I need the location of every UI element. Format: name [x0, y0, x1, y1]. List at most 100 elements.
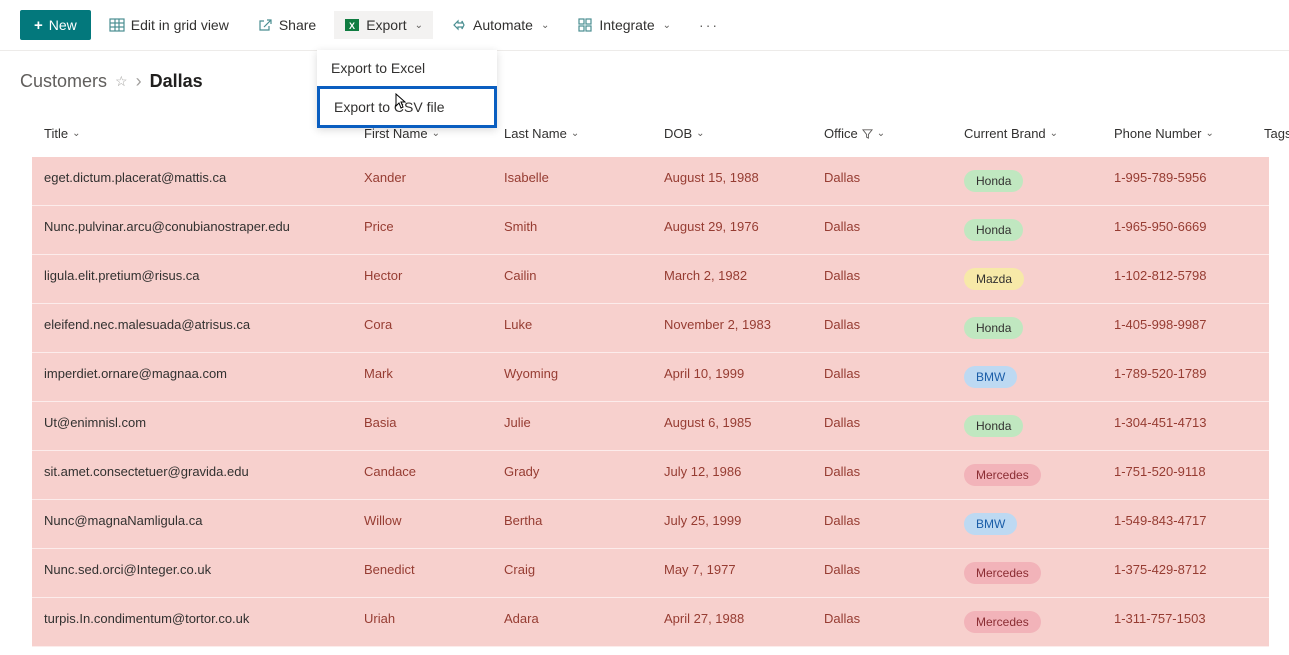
- cell-title[interactable]: Ut@enimnisl.com: [32, 402, 352, 450]
- filter-icon: [862, 128, 873, 139]
- toolbar: + New Edit in grid view Share X Export ⌄…: [0, 0, 1289, 51]
- cell-title[interactable]: Nunc@magnaNamligula.ca: [32, 500, 352, 548]
- cell-phone: 1-549-843-4717: [1102, 500, 1252, 548]
- brand-pill: Mercedes: [964, 464, 1041, 486]
- brand-pill: Honda: [964, 317, 1023, 339]
- cell-title[interactable]: ligula.elit.pretium@risus.ca: [32, 255, 352, 303]
- column-header-phone[interactable]: Phone Number⌄: [1102, 118, 1252, 149]
- cell-last-name: Craig: [492, 549, 652, 597]
- share-icon: [257, 17, 273, 33]
- table-row[interactable]: eleifend.nec.malesuada@atrisus.caCoraLuk…: [32, 304, 1269, 353]
- brand-pill: Honda: [964, 219, 1023, 241]
- table-header-row: Title⌄ First Name⌄ Last Name⌄ DOB⌄ Offic…: [32, 110, 1269, 157]
- edit-in-grid-button[interactable]: Edit in grid view: [99, 11, 239, 39]
- cell-tags: [1252, 549, 1289, 597]
- cell-phone: 1-375-429-8712: [1102, 549, 1252, 597]
- cell-dob: March 2, 1982: [652, 255, 812, 303]
- brand-pill: Mercedes: [964, 611, 1041, 633]
- cell-tags: [1252, 451, 1289, 499]
- cell-title[interactable]: Nunc.pulvinar.arcu@conubianostraper.edu: [32, 206, 352, 254]
- export-to-csv-item[interactable]: Export to CSV file: [317, 86, 497, 128]
- cell-brand: Mazda: [952, 255, 1102, 303]
- cell-title[interactable]: Nunc.sed.orci@Integer.co.uk: [32, 549, 352, 597]
- chevron-down-icon: ⌄: [415, 20, 423, 31]
- cell-dob: April 27, 1988: [652, 598, 812, 646]
- column-header-tags[interactable]: Tags: [1252, 118, 1289, 149]
- cell-phone: 1-965-950-6669: [1102, 206, 1252, 254]
- cell-first-name: Cora: [352, 304, 492, 352]
- cell-tags: [1252, 304, 1289, 352]
- chevron-down-icon: ⌄: [1205, 128, 1213, 139]
- chevron-down-icon: ⌄: [432, 128, 440, 139]
- cell-last-name: Wyoming: [492, 353, 652, 401]
- chevron-down-icon: ⌄: [72, 128, 80, 139]
- export-csv-label: Export to CSV file: [334, 99, 445, 115]
- table-row[interactable]: Nunc.sed.orci@Integer.co.ukBenedictCraig…: [32, 549, 1269, 598]
- share-button[interactable]: Share: [247, 11, 326, 39]
- cell-dob: August 15, 1988: [652, 157, 812, 205]
- cell-office: Dallas: [812, 157, 952, 205]
- breadcrumb-root[interactable]: Customers: [20, 71, 107, 92]
- cell-last-name: Cailin: [492, 255, 652, 303]
- table-row[interactable]: turpis.In.condimentum@tortor.co.ukUriahA…: [32, 598, 1269, 647]
- automate-label: Automate: [473, 17, 533, 33]
- cell-title[interactable]: eleifend.nec.malesuada@atrisus.ca: [32, 304, 352, 352]
- cell-office: Dallas: [812, 451, 952, 499]
- brand-pill: BMW: [964, 366, 1017, 388]
- table-row[interactable]: Nunc.pulvinar.arcu@conubianostraper.eduP…: [32, 206, 1269, 255]
- star-icon[interactable]: ☆: [115, 73, 128, 90]
- brand-pill: Mazda: [964, 268, 1024, 290]
- column-header-office[interactable]: Office ⌄: [812, 118, 952, 149]
- chevron-down-icon: ⌄: [1050, 128, 1058, 139]
- table-row[interactable]: imperdiet.ornare@magnaa.comMarkWyomingAp…: [32, 353, 1269, 402]
- cell-tags: [1252, 353, 1289, 401]
- cell-brand: Honda: [952, 157, 1102, 205]
- cell-title[interactable]: turpis.In.condimentum@tortor.co.uk: [32, 598, 352, 646]
- cell-last-name: Luke: [492, 304, 652, 352]
- cell-first-name: Basia: [352, 402, 492, 450]
- column-header-last-name[interactable]: Last Name⌄: [492, 118, 652, 149]
- cell-tags: [1252, 206, 1289, 254]
- cell-brand: Mercedes: [952, 549, 1102, 597]
- cell-phone: 1-789-520-1789: [1102, 353, 1252, 401]
- grid-icon: [109, 17, 125, 33]
- export-to-excel-item[interactable]: Export to Excel: [317, 50, 497, 86]
- cell-phone: 1-751-520-9118: [1102, 451, 1252, 499]
- share-label: Share: [279, 17, 316, 33]
- table-row[interactable]: Nunc@magnaNamligula.caWillowBerthaJuly 2…: [32, 500, 1269, 549]
- column-header-title[interactable]: Title⌄: [32, 118, 352, 149]
- integrate-button[interactable]: Integrate ⌄: [567, 11, 681, 39]
- cell-office: Dallas: [812, 206, 952, 254]
- edit-grid-label: Edit in grid view: [131, 17, 229, 33]
- cell-tags: [1252, 598, 1289, 646]
- cell-first-name: Benedict: [352, 549, 492, 597]
- new-button[interactable]: + New: [20, 10, 91, 40]
- cell-office: Dallas: [812, 549, 952, 597]
- cell-dob: April 10, 1999: [652, 353, 812, 401]
- cell-title[interactable]: eget.dictum.placerat@mattis.ca: [32, 157, 352, 205]
- cell-title[interactable]: imperdiet.ornare@magnaa.com: [32, 353, 352, 401]
- cell-title[interactable]: sit.amet.consectetuer@gravida.edu: [32, 451, 352, 499]
- cell-phone: 1-995-789-5956: [1102, 157, 1252, 205]
- cell-office: Dallas: [812, 598, 952, 646]
- chevron-down-icon: ⌄: [877, 128, 885, 139]
- table-row[interactable]: eget.dictum.placerat@mattis.caXanderIsab…: [32, 157, 1269, 206]
- column-header-brand[interactable]: Current Brand⌄: [952, 118, 1102, 149]
- table-row[interactable]: ligula.elit.pretium@risus.caHectorCailin…: [32, 255, 1269, 304]
- table-row[interactable]: Ut@enimnisl.comBasiaJulieAugust 6, 1985D…: [32, 402, 1269, 451]
- cell-brand: Mercedes: [952, 451, 1102, 499]
- brand-pill: BMW: [964, 513, 1017, 535]
- export-button[interactable]: X Export ⌄: [334, 11, 433, 39]
- brand-pill: Honda: [964, 170, 1023, 192]
- table-row[interactable]: sit.amet.consectetuer@gravida.eduCandace…: [32, 451, 1269, 500]
- column-header-dob[interactable]: DOB⌄: [652, 118, 812, 149]
- new-button-label: New: [49, 17, 77, 33]
- brand-pill: Honda: [964, 415, 1023, 437]
- automate-button[interactable]: Automate ⌄: [441, 11, 559, 39]
- cell-tags: [1252, 255, 1289, 303]
- cell-office: Dallas: [812, 304, 952, 352]
- cell-office: Dallas: [812, 255, 952, 303]
- more-button[interactable]: ···: [689, 11, 729, 39]
- cell-dob: July 25, 1999: [652, 500, 812, 548]
- cell-first-name: Hector: [352, 255, 492, 303]
